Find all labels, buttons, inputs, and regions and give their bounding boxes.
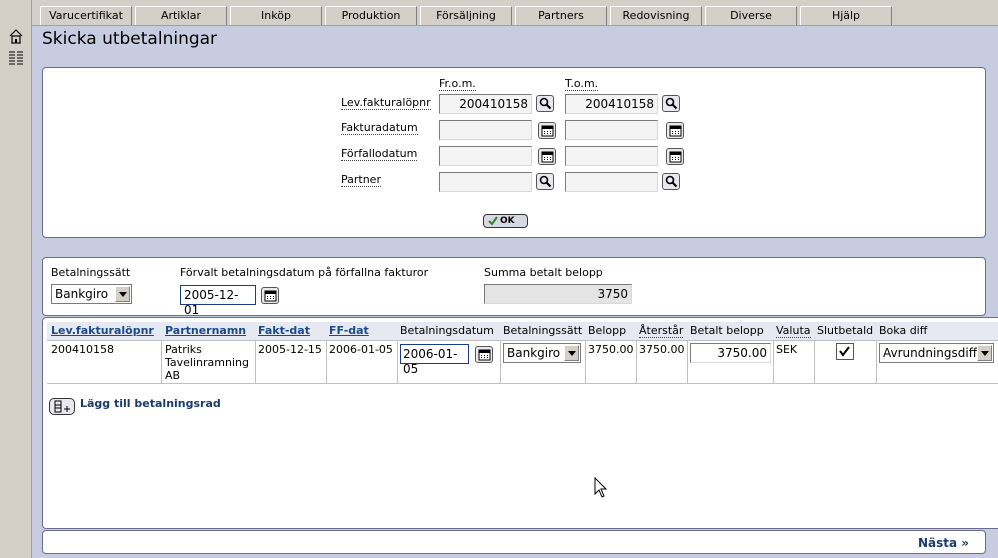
top-navigation: Varucertifikat Artiklar Inköp Produktion… [32,0,998,26]
col-header-amount: Belopp [588,324,627,337]
cell-divider [876,340,877,383]
tab-forsaljning[interactable]: Försäljning [420,6,512,25]
partner-to-field[interactable] [565,172,658,192]
tab-hjalp[interactable]: Hjälp [800,6,892,25]
filter-label-due-date: Förfallodatum [341,147,418,161]
search-icon[interactable] [662,173,680,190]
cell-divider [255,340,256,383]
default-payment-date-field[interactable]: 2005-12-01 [180,285,256,317]
add-row-link[interactable]: Lägg till betalningsrad [80,397,221,410]
home-icon[interactable] [8,28,24,44]
chevron-down-icon [115,286,130,302]
cell-partner-name: Patriks Tavelinramning AB [165,343,249,382]
next-link[interactable]: Nästa » [918,536,969,550]
col-header-book-diff: Boka diff [879,324,928,337]
page-title: Skicka utbetalningar [42,29,218,49]
search-icon[interactable] [536,173,554,190]
ok-button[interactable]: OK [483,214,528,228]
col-header-currency: Valuta [776,324,811,338]
sum-paid-field: 3750 [484,284,632,304]
left-rail [0,0,32,558]
calendar-icon[interactable] [666,148,684,165]
col-header-invoice-date[interactable]: Fakt-dat [258,324,310,337]
from-column-label: Fr.o.m. [439,77,476,91]
calendar-icon[interactable] [538,148,556,165]
invoice-no-to-field[interactable]: 200410158 [565,94,658,114]
payment-method-select[interactable]: Bankgiro [51,284,132,304]
partner-from-field[interactable] [439,172,532,192]
checkmark-icon [839,346,850,357]
cell-currency: SEK [776,343,798,356]
cell-divider [326,340,327,383]
cell-divider [161,340,162,383]
mouse-cursor-icon [594,477,608,498]
row-divider [47,340,998,341]
add-row-icon [54,400,70,413]
cell-due-date: 2006-01-05 [329,343,393,356]
payment-method-value: Bankgiro [55,287,109,301]
filter-label-partner: Partner [341,173,381,187]
tab-diverse[interactable]: Diverse [705,6,797,25]
row-payment-method-select[interactable]: Bankgiro [503,343,581,363]
invoice-date-to-field[interactable] [565,120,658,140]
tab-inkop[interactable]: Inköp [230,6,322,25]
cell-divider [687,340,688,383]
sum-paid-label: Summa betalt belopp [484,266,603,279]
cell-divider [814,340,815,383]
calendar-icon[interactable] [538,122,556,139]
due-date-from-field[interactable] [439,146,532,166]
calendar-icon[interactable] [666,122,684,139]
menu-list-icon[interactable] [8,50,24,66]
calendar-icon[interactable] [475,346,493,363]
cell-divider [397,340,398,383]
cell-divider [636,340,637,383]
col-header-invoice-no[interactable]: Lev.fakturalöpnr [51,324,154,337]
final-paid-checkbox[interactable] [836,343,854,360]
default-date-label: Förvalt betalningsdatum på förfallna fak… [180,266,429,279]
col-header-partner-name[interactable]: Partnernamn [165,324,246,337]
to-column-label: T.o.m. [565,77,599,91]
row-payment-method-value: Bankgiro [507,346,561,360]
cell-divider [500,340,501,383]
col-header-remaining: Återstår [639,324,684,338]
cell-remaining: 3750.00 [639,343,685,356]
col-header-payment-method: Betalningssätt [503,324,583,337]
payment-date-field[interactable]: 2006-01-05 [400,344,469,376]
cell-invoice-no: 200410158 [51,343,114,356]
chevron-down-icon [564,345,579,361]
cell-invoice-date: 2005-12-15 [258,343,322,356]
cell-divider [773,340,774,383]
search-icon[interactable] [662,95,680,112]
book-diff-select[interactable]: Avrundningsdiff [879,343,994,363]
cell-divider [585,340,586,383]
invoice-date-from-field[interactable] [439,120,532,140]
tab-artiklar[interactable]: Artiklar [135,6,227,25]
invoice-no-from-field[interactable]: 200410158 [439,94,532,114]
checkmark-icon [488,216,498,226]
cell-amount: 3750.00 [588,343,634,356]
filter-label-invoice-no: Lev.fakturalöpnr [341,96,431,110]
tab-produktion[interactable]: Produktion [325,6,417,25]
tab-redovisning[interactable]: Redovisning [610,6,702,25]
payment-method-label: Betalningssätt [51,266,131,279]
search-icon[interactable] [536,95,554,112]
filter-label-invoice-date: Fakturadatum [341,121,418,135]
tab-varucertifikat[interactable]: Varucertifikat [40,6,132,25]
book-diff-value: Avrundningsdiff [883,346,978,360]
due-date-to-field[interactable] [565,146,658,166]
paid-amount-field[interactable]: 3750.00 [690,343,771,363]
add-row-button[interactable] [49,398,75,415]
row-divider [47,383,998,384]
tab-partners[interactable]: Partners [515,6,607,25]
col-header-paid-amount: Betalt belopp [690,324,764,337]
calendar-icon[interactable] [261,287,279,304]
chevron-down-icon [977,345,992,361]
col-header-final-paid: Slutbetald [817,324,874,337]
footer-panel [42,530,986,554]
ok-button-label: OK [500,216,515,226]
col-header-due-date[interactable]: FF-dat [329,324,369,337]
col-header-payment-date: Betalningsdatum [400,324,494,337]
